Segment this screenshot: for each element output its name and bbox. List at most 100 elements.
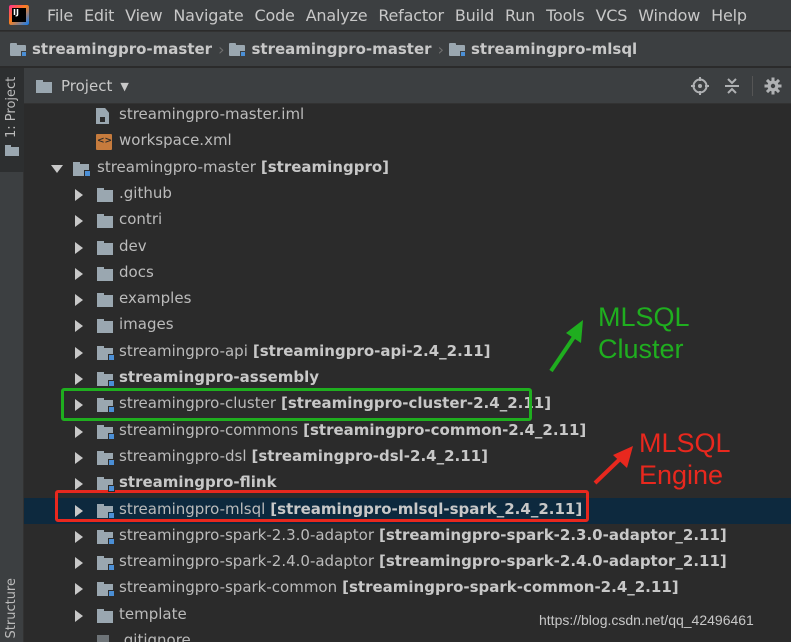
menu-item-file[interactable]: File xyxy=(47,6,73,25)
collapse-arrow-icon[interactable] xyxy=(75,451,83,464)
xml-file-icon xyxy=(96,134,112,151)
module-folder-icon xyxy=(97,556,115,572)
tree-item-label: streamingpro-spark-2.4.0-adaptor [streami… xyxy=(119,552,727,570)
tree-item[interactable]: streamingpro-spark-2.4.0-adaptor [streami… xyxy=(24,550,791,576)
project-tree[interactable]: streamingpro-master.iml workspace.xml stre… xyxy=(24,104,791,642)
collapse-arrow-icon[interactable] xyxy=(75,215,83,228)
cluster-annotation-line1: MLSQL xyxy=(598,302,690,332)
panel-title: Project xyxy=(61,77,113,95)
menu-bar: IJ File Edit View Navigate Code Analyze Refact… xyxy=(0,0,791,30)
menu-item-code[interactable]: Code xyxy=(255,6,295,25)
menu-item-navigate[interactable]: Navigate xyxy=(173,6,243,25)
breadcrumb-item[interactable]: streamingpro-master xyxy=(229,40,432,58)
collapse-arrow-icon[interactable] xyxy=(75,425,83,438)
tree-item-label: streamingpro-master.iml xyxy=(119,105,304,123)
tree-item[interactable]: docs xyxy=(24,261,791,287)
breadcrumb-item[interactable]: streamingpro-mlsql xyxy=(448,40,637,58)
engine-annotation-line1: MLSQL xyxy=(639,428,731,458)
tree-item[interactable]: dev xyxy=(24,235,791,261)
tree-item[interactable]: contri xyxy=(24,208,791,234)
tree-item[interactable]: .github xyxy=(24,182,791,208)
folder-icon xyxy=(97,266,113,281)
intellij-logo-icon[interactable]: IJ xyxy=(9,5,29,25)
tree-item[interactable]: streamingpro-spark-common [streamingpro-s… xyxy=(24,576,791,602)
tree-item-name: .gitignore xyxy=(119,631,191,642)
breadcrumb: streamingpro-master › streamingpro-master ›… xyxy=(0,31,791,67)
tree-item-label: .gitignore xyxy=(119,631,191,642)
collapse-arrow-icon[interactable] xyxy=(75,346,83,359)
collapse-arrow-icon[interactable] xyxy=(75,557,83,570)
menu-item-vcs[interactable]: VCS xyxy=(596,6,628,25)
chevron-down-icon: ▼ xyxy=(120,79,129,93)
module-folder-icon xyxy=(229,42,247,57)
menu-item-tools[interactable]: Tools xyxy=(546,6,585,25)
collapse-arrow-icon[interactable] xyxy=(75,583,83,596)
module-folder-icon xyxy=(97,372,115,387)
collapse-arrow-icon[interactable] xyxy=(75,478,83,491)
menu-item-run[interactable]: Run xyxy=(505,6,535,25)
collapse-arrow-icon[interactable] xyxy=(75,320,83,333)
gear-icon[interactable] xyxy=(763,76,783,96)
project-view-selector[interactable]: Project ▼ xyxy=(36,77,129,95)
collapse-arrow-icon[interactable] xyxy=(75,188,83,201)
menu-items: File Edit View Navigate Code Analyze Refactor B… xyxy=(39,6,758,25)
tree-item-name: dev xyxy=(119,236,147,255)
tree-item-name: streamingpro-spark-2.3.0-adaptor xyxy=(119,525,375,544)
tree-item-module-name: [streamingpro-dsl-2.4_2.11] xyxy=(251,446,488,465)
collapse-icon[interactable] xyxy=(722,76,742,96)
watermark: https://blog.csdn.net/qq_42496461 xyxy=(539,612,754,628)
collapse-arrow-icon[interactable] xyxy=(75,267,83,280)
tree-item-label: docs xyxy=(119,263,154,281)
menu-item-build[interactable]: Build xyxy=(455,6,494,25)
left-tool-strip: 1: Project Structure xyxy=(0,68,24,642)
project-panel-header: Project ▼ xyxy=(24,68,791,104)
collapse-arrow-icon[interactable] xyxy=(75,609,83,622)
breadcrumb-item[interactable]: streamingpro-master xyxy=(10,40,212,58)
tree-item-label: workspace.xml xyxy=(119,131,232,149)
project-tab-label: 1: Project xyxy=(4,76,19,138)
tree-item-name: streamingpro-flink xyxy=(119,473,277,492)
tree-item-name: streamingpro-master.iml xyxy=(119,105,305,123)
folder-icon xyxy=(97,319,113,334)
collapse-arrow-icon[interactable] xyxy=(75,530,83,543)
expand-arrow-icon[interactable] xyxy=(51,164,63,173)
locate-icon[interactable] xyxy=(690,76,710,96)
tree-item-module-name: [streamingpro] xyxy=(260,157,390,176)
engine-annotation: MLSQL Engine xyxy=(639,427,731,491)
tree-item-name: streamingpro-spark-common xyxy=(119,578,338,597)
tree-item[interactable]: streamingpro-master.iml xyxy=(24,104,791,129)
collapse-arrow-icon[interactable] xyxy=(75,294,83,307)
module-folder-icon xyxy=(448,42,466,57)
tree-item[interactable]: streamingpro-master [streamingpro] xyxy=(24,156,791,182)
menu-item-analyze[interactable]: Analyze xyxy=(306,6,368,25)
module-folder-icon xyxy=(97,450,115,466)
menu-item-view[interactable]: View xyxy=(125,6,162,25)
menu-item-help[interactable]: Help xyxy=(711,6,747,25)
collapse-arrow-icon[interactable] xyxy=(75,241,83,254)
menu-item-window[interactable]: Window xyxy=(638,6,700,25)
folder-icon xyxy=(97,240,113,255)
tree-item-name: workspace.xml xyxy=(119,131,232,150)
tree-item-label: streamingpro-dsl [streamingpro-dsl-2.4_2.… xyxy=(119,447,488,465)
cluster-annotation-line2: Cluster xyxy=(598,334,684,364)
gitignore-file-icon xyxy=(97,635,109,642)
chevron-right-icon: › xyxy=(218,39,225,59)
menu-item-edit[interactable]: Edit xyxy=(84,6,114,25)
tree-item-label: examples xyxy=(119,289,191,307)
tree-item[interactable]: .gitignore xyxy=(24,629,791,642)
module-folder-icon xyxy=(73,161,91,177)
collapse-arrow-icon[interactable] xyxy=(75,373,83,385)
tree-item-label: images xyxy=(119,315,174,333)
tree-item-label: streamingpro-assembly xyxy=(119,368,319,386)
tree-item-name: streamingpro-master xyxy=(97,157,256,176)
tool-window-tab-project[interactable]: 1: Project xyxy=(0,68,24,172)
tree-item-module-name: [streamingpro-common-2.4_2.11] xyxy=(303,420,587,439)
tool-window-tab-structure[interactable]: Structure xyxy=(0,578,24,642)
tree-item[interactable]: streamingpro-spark-2.3.0-adaptor [streami… xyxy=(24,524,791,550)
tree-item-module-name: [streamingpro-spark-2.4.0-adaptor_2.11] xyxy=(379,552,727,571)
module-folder-icon xyxy=(97,529,115,545)
menu-item-refactor[interactable]: Refactor xyxy=(378,6,444,25)
tree-item[interactable]: workspace.xml xyxy=(24,129,791,155)
project-folder-icon xyxy=(5,145,19,156)
tree-item-module-name: [streamingpro-spark-common-2.4_2.11] xyxy=(342,578,679,597)
